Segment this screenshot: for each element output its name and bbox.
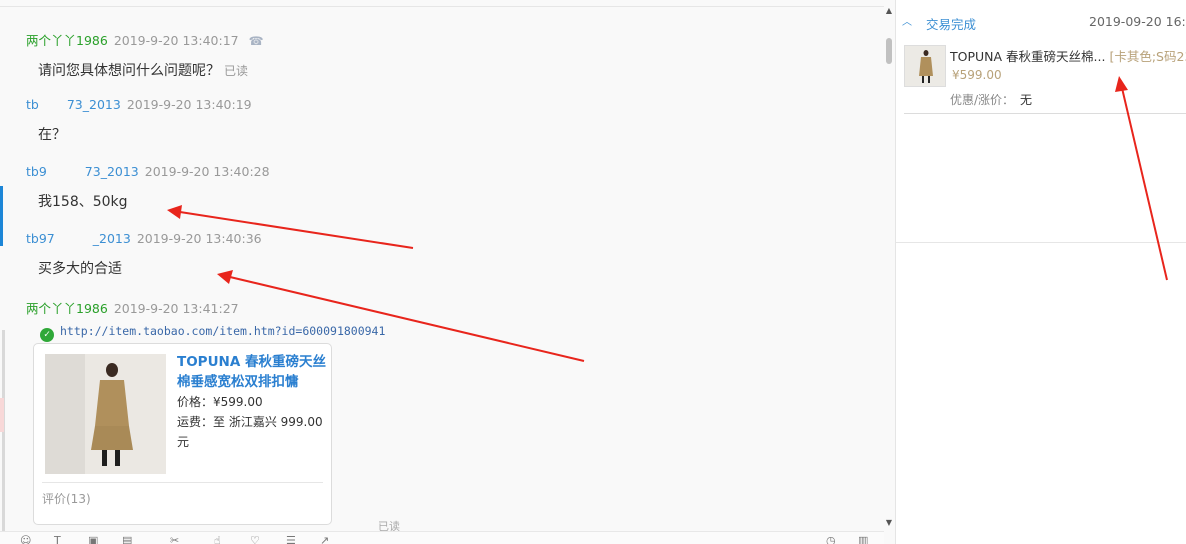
sender-name[interactable]: tb [26,97,39,112]
heart-icon[interactable]: ♡ [250,535,260,544]
message-time: 2019-9-20 13:40:36 [136,231,262,246]
headset-icon: ☎ [248,34,264,48]
chat-top-divider [0,6,884,7]
sender-name-suffix: 73_2013 [84,164,139,179]
scroll-up-icon[interactable]: ▲ [884,6,894,16]
message-text: 请问您具体想问什么问题呢？ [38,63,220,79]
message-text: 在？ [38,127,66,143]
sender-name[interactable]: 两个丫丫1986 [26,301,108,316]
masked-text [46,166,85,179]
panel-divider [896,242,1186,243]
document-icon[interactable]: ☰ [286,535,296,544]
message-time: 2019-9-20 13:41:27 [113,301,239,316]
scissors-icon[interactable]: ✂ [170,535,179,544]
message-text: 买多大的合适 [38,261,122,277]
left-edge-bar [2,330,5,544]
product-image[interactable] [45,354,166,474]
chat-message: tb 73_2013 2019-9-20 13:40:19 在？ [26,97,252,144]
message-time: 2019-9-20 13:40:19 [126,97,252,112]
discount-value: 无 [1020,93,1033,107]
scrollbar[interactable]: ▲ ▼ [884,6,894,528]
sender-name[interactable]: tb97 [26,231,55,246]
screenshot-icon[interactable]: ▣ [88,535,98,544]
order-side-panel: ︿ 交易完成 2019-09-20 16:16 TOPUNA 春秋重磅天丝棉..… [896,0,1186,544]
message-time: 2019-9-20 13:40:28 [144,164,270,179]
left-edge-highlight [0,398,4,432]
input-toolbar: ☺ T ▣ ▤ ✂ ☝ ♡ ☰ ↗ ◷ ▥ [0,531,884,544]
order-thumbnail[interactable] [904,45,946,87]
chat-pane: 两个丫丫1986 2019-9-20 13:40:17 ☎ 请问您具体想问什么问题呢… [0,0,896,544]
scroll-thumb[interactable] [886,38,892,64]
sender-name[interactable]: tb9 [26,164,47,179]
product-card[interactable]: TOPUNA 春秋重磅天丝棉垂感宽松双排扣慵 价格：¥599.00 运费：至 浙… [33,343,332,525]
price-label: 价格： [177,395,214,409]
sender-name[interactable]: 两个丫丫1986 [26,33,108,48]
order-product-title[interactable]: TOPUNA 春秋重磅天丝棉... [950,49,1105,64]
product-price: ¥599.00 [213,395,263,409]
chat-message: tb97 _2013 2019-9-20 13:40:36 买多大的合适 [26,231,262,278]
item-link[interactable]: ✓ http://item.taobao.com/item.htm?id=6000… [40,324,385,342]
hand-icon[interactable]: ☝ [214,535,221,544]
caret-up-icon[interactable]: ︿ [902,13,912,28]
order-date: 2019-09-20 16:16 [1089,14,1186,29]
order-header[interactable]: ︿ 交易完成 2019-09-20 16:16 [896,0,1186,44]
message-time: 2019-9-20 13:40:17 [113,33,239,48]
order-status: 交易完成 [926,17,977,32]
masked-text [54,233,93,246]
sender-name-suffix: _2013 [92,231,131,246]
chat-message: 两个丫丫1986 2019-9-20 13:41:27 [26,298,239,317]
order-price: ¥599.00 [952,68,1002,82]
message-text: 我158、50kg [38,194,128,210]
sender-name-suffix: 73_2013 [66,97,121,112]
chat-message: tb9 73_2013 2019-9-20 13:40:28 我158、50kg [26,164,270,211]
reviews-link[interactable]: 评价(13) [42,490,91,507]
product-title[interactable]: TOPUNA 春秋重磅天丝棉垂感宽松双排扣慵 [177,352,327,392]
font-icon[interactable]: T [54,535,61,544]
discount-label: 优惠/涨价： [950,93,1015,107]
left-edge-accent [0,186,3,246]
read-status: 已读 [224,64,249,78]
scroll-down-icon[interactable]: ▼ [884,518,894,528]
shipping-label: 运费： [177,415,214,429]
card-divider [42,482,323,483]
history-icon[interactable]: ▥ [858,535,868,544]
masked-text [38,99,67,112]
emoji-icon[interactable]: ☺ [20,535,31,544]
share-icon[interactable]: ↗ [320,535,329,544]
chat-message: 两个丫丫1986 2019-9-20 13:40:17 ☎ 请问您具体想问什么问题呢… [26,30,264,80]
clock-icon[interactable]: ◷ [826,535,836,544]
check-icon: ✓ [40,328,54,342]
order-divider [904,113,1186,114]
item-link-url[interactable]: http://item.taobao.com/item.htm?id=60009… [60,324,385,338]
folder-icon[interactable]: ▤ [122,535,132,544]
order-sku: [卡其色;S码23号 [1109,49,1186,64]
